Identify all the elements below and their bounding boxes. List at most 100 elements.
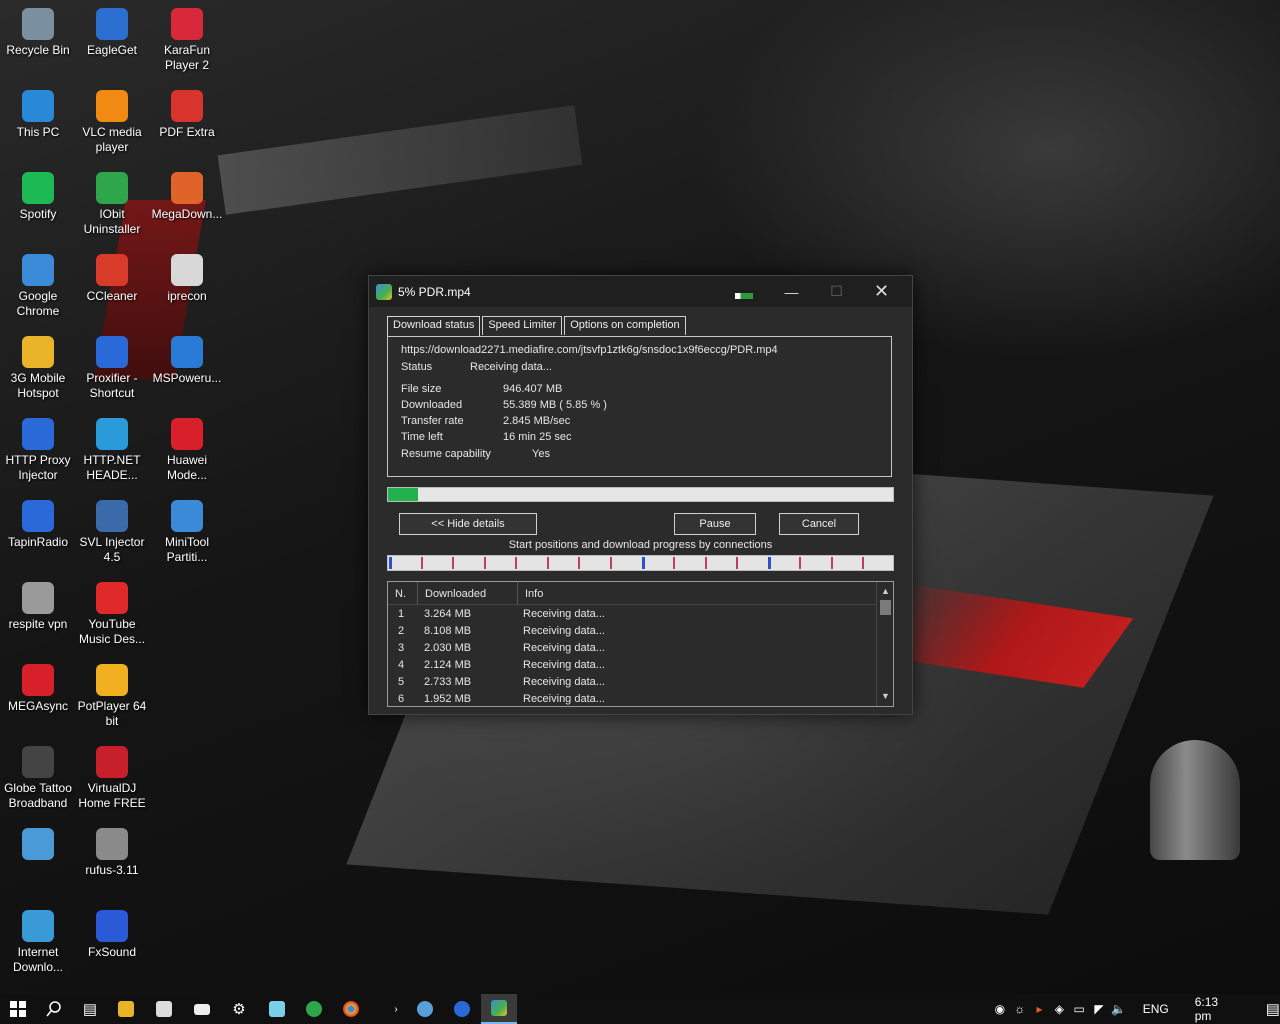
time-left-label: Time left — [401, 431, 443, 443]
respite-vpn-icon — [22, 582, 54, 614]
chevron-right-icon: › — [394, 1003, 398, 1015]
table-row[interactable]: 2 8.108 MB Receiving data... — [388, 622, 893, 639]
action-center-icon[interactable]: ▤ — [1266, 1000, 1280, 1018]
folder-icon — [118, 1001, 134, 1017]
tab-options-on-completion[interactable]: Options on completion — [564, 316, 686, 335]
desktop-icon[interactable]: FxSound — [74, 906, 150, 960]
desktop-icon[interactable]: Proxifier - Shortcut — [74, 332, 150, 401]
desktop-icon[interactable]: Internet Downlo... — [0, 906, 76, 975]
eagleget-icon — [96, 8, 128, 40]
column-header-n[interactable]: N. — [388, 582, 418, 605]
desktop-icon[interactable]: rufus-3.11 — [74, 824, 150, 878]
taskbar-iobit[interactable] — [296, 994, 332, 1024]
desktop-icon[interactable]: Globe Tattoo Broadband — [0, 742, 76, 811]
maximize-button[interactable]: ☐ — [814, 276, 859, 307]
desktop-icon[interactable]: MiniTool Partiti... — [149, 496, 225, 565]
table-row[interactable]: 6 1.952 MB Receiving data... — [388, 690, 893, 706]
clock[interactable]: 6:13 pm — [1195, 995, 1234, 1023]
search-button[interactable] — [36, 994, 72, 1024]
tab-speed-limiter[interactable]: Speed Limiter — [482, 316, 563, 335]
desktop-icon-label: MSPoweru... — [152, 371, 222, 385]
desktop-icon[interactable]: EagleGet — [74, 4, 150, 58]
desktop-icon[interactable]: TapinRadio — [0, 496, 76, 550]
table-row[interactable]: 5 2.733 MB Receiving data... — [388, 673, 893, 690]
desktop-icon[interactable]: KaraFun Player 2 — [149, 4, 225, 73]
download-progress-window[interactable]: 5% PDR.mp4 — ☐ ✕ Download status Speed L… — [368, 275, 913, 715]
scroll-down-arrow-icon[interactable]: ▼ — [881, 691, 890, 701]
connection-number: 5 — [398, 676, 405, 688]
desktop-icon[interactable]: YouTube Music Des... — [74, 578, 150, 647]
title-bar[interactable]: 5% PDR.mp4 — ☐ ✕ — [369, 276, 912, 307]
taskbar-mail[interactable] — [184, 994, 220, 1024]
tray-volume-icon[interactable]: 🔈 — [1109, 1002, 1129, 1016]
connection-downloaded: 1.952 MB — [424, 693, 472, 705]
network-app-icon — [22, 828, 54, 860]
desktop-icon[interactable]: 3G Mobile Hotspot — [0, 332, 76, 401]
taskbar-store[interactable] — [146, 994, 182, 1024]
scroll-up-arrow-icon[interactable]: ▲ — [881, 586, 890, 596]
column-header-downloaded[interactable]: Downloaded — [418, 582, 518, 605]
desktop-icon[interactable]: VirtualDJ Home FREE — [74, 742, 150, 811]
table-row[interactable]: 3 2.030 MB Receiving data... — [388, 639, 893, 656]
hide-details-button[interactable]: << Hide details — [399, 513, 537, 535]
minimize-button[interactable]: — — [769, 276, 814, 307]
transfer-rate-label: Transfer rate — [401, 415, 464, 427]
connection-info: Receiving data... — [523, 693, 605, 705]
taskbar-idm-active[interactable] — [481, 994, 517, 1024]
desktop-icon[interactable]: HTTP Proxy Injector — [0, 414, 76, 483]
desktop-icon[interactable]: Spotify — [0, 168, 76, 222]
desktop-icon[interactable]: CCleaner — [74, 250, 150, 304]
desktop-icon[interactable]: PDF Extra — [149, 86, 225, 140]
tray-speaker-app-icon[interactable]: ▸ — [1030, 1002, 1050, 1016]
desktop-icon[interactable]: Google Chrome — [0, 250, 76, 319]
desktop-icon[interactable]: iprecon — [149, 250, 225, 304]
table-row[interactable]: 4 2.124 MB Receiving data... — [388, 656, 893, 673]
desktop-icon-label: Google Chrome — [16, 289, 60, 318]
tray-idm-icon[interactable]: ◈ — [1049, 1002, 1069, 1016]
resume-capability-row: Resume capability Yes — [401, 448, 550, 460]
desktop-icon[interactable]: PotPlayer 64 bit — [74, 660, 150, 729]
scrollbar-thumb[interactable] — [880, 600, 891, 615]
table-row[interactable]: 1 3.264 MB Receiving data... — [388, 605, 893, 622]
taskbar-chrome[interactable] — [333, 994, 369, 1024]
tab-download-status[interactable]: Download status — [387, 316, 481, 336]
youtube-music-icon — [96, 582, 128, 614]
list-header: N. Downloaded Info — [388, 582, 893, 605]
desktop-icon[interactable]: MSPoweru... — [149, 332, 225, 386]
close-button[interactable]: ✕ — [859, 276, 904, 307]
file-size-value: 946.407 MB — [503, 383, 563, 395]
desktop-icon[interactable]: Huawei Mode... — [149, 414, 225, 483]
desktop-icon-label: 3G Mobile Hotspot — [10, 371, 66, 400]
time-left-value: 16 min 25 sec — [503, 431, 572, 443]
desktop-icon[interactable]: IObit Uninstaller — [74, 168, 150, 237]
taskbar-app-http[interactable] — [444, 994, 480, 1024]
language-indicator[interactable]: ENG — [1143, 1002, 1169, 1016]
this-pc-icon — [22, 90, 54, 122]
tray-wifi-icon[interactable]: ◤ — [1089, 1002, 1109, 1016]
tray-http-icon[interactable]: ◉ — [990, 1002, 1010, 1016]
tray-network-globe-icon[interactable]: ☼ — [1010, 1002, 1030, 1016]
taskbar-settings[interactable]: ⚙ — [221, 994, 257, 1024]
desktop-icon[interactable]: SVL Injector 4.5 — [74, 496, 150, 565]
list-scrollbar[interactable]: ▲ ▼ — [876, 582, 893, 706]
download-progress-bar — [387, 487, 894, 502]
start-button[interactable] — [0, 994, 36, 1024]
desktop-icon[interactable]: MegaDown... — [149, 168, 225, 222]
taskbar-notepad[interactable] — [259, 994, 295, 1024]
desktop-icon[interactable]: respite vpn — [0, 578, 76, 632]
taskbar-file-explorer[interactable] — [108, 994, 144, 1024]
desktop-icon[interactable] — [0, 824, 76, 863]
desktop-icon[interactable]: Recycle Bin — [0, 4, 76, 58]
pause-button[interactable]: Pause — [674, 513, 756, 535]
connections-list[interactable]: N. Downloaded Info 1 3.264 MB Receiving da… — [387, 581, 894, 707]
tray-display-icon[interactable]: ▭ — [1069, 1002, 1089, 1016]
desktop-icon[interactable]: This PC — [0, 86, 76, 140]
task-view-button[interactable]: ▤ — [72, 994, 108, 1024]
column-header-info[interactable]: Info — [518, 582, 870, 605]
desktop-icon[interactable]: HTTP.NET HEADE... — [74, 414, 150, 483]
desktop-icon[interactable]: MEGAsync — [0, 660, 76, 714]
connection-start-marker — [705, 557, 707, 569]
taskbar-app-globe[interactable] — [407, 994, 443, 1024]
desktop-icon[interactable]: VLC media player — [74, 86, 150, 155]
cancel-button[interactable]: Cancel — [779, 513, 859, 535]
